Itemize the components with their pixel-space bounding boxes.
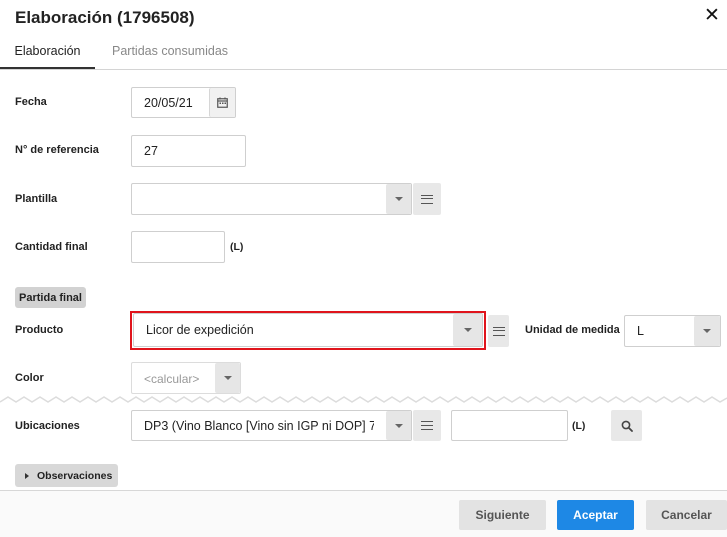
plantilla-list-button[interactable] (413, 183, 441, 215)
ubicaciones-list-button[interactable] (413, 410, 441, 441)
chevron-down-icon (394, 197, 403, 201)
chevron-down-icon (394, 423, 403, 428)
caret-right-icon (25, 472, 29, 479)
tab-bar: Elaboración Partidas consumidas (0, 40, 727, 70)
siguiente-button[interactable]: Siguiente (459, 500, 546, 530)
partida-final-section: Partida final (15, 287, 86, 308)
dialog-title: Elaboración (1796508) (15, 8, 195, 27)
ubicaciones-value: DP3 (Vino Blanco [Vino sin IGP ni DOP] 7… (144, 419, 374, 433)
cantidad-label: Cantidad final (15, 241, 88, 253)
menu-icon (421, 194, 433, 204)
unidad-select[interactable]: L (624, 315, 721, 347)
search-icon (621, 420, 633, 432)
dialog-footer: Siguiente Aceptar Cancelar (0, 490, 727, 537)
ubicaciones-unit: (L) (572, 420, 586, 432)
fecha-value: 20/05/21 (144, 96, 193, 110)
producto-highlight (130, 311, 486, 350)
unidad-dropdown-button[interactable] (694, 316, 720, 346)
producto-list-button[interactable] (488, 315, 509, 347)
referencia-value: 27 (144, 144, 158, 158)
unidad-value: L (637, 324, 644, 338)
cancelar-button[interactable]: Cancelar (646, 500, 727, 530)
chevron-down-icon (703, 329, 711, 333)
chevron-down-icon (223, 376, 232, 380)
unidad-label: Unidad de medida (525, 324, 620, 336)
observaciones-toggle[interactable]: Observaciones (15, 464, 118, 487)
plantilla-dropdown-button[interactable] (386, 184, 411, 214)
referencia-label: N° de referencia (15, 144, 99, 156)
color-value: <calcular> (144, 372, 200, 386)
ubicaciones-dropdown-button[interactable] (386, 411, 411, 440)
cantidad-unit: (L) (230, 241, 244, 253)
color-label: Color (15, 372, 44, 384)
ubicaciones-select[interactable]: DP3 (Vino Blanco [Vino sin IGP ni DOP] 7… (131, 410, 412, 441)
fecha-field[interactable]: 20/05/21 (131, 87, 236, 118)
color-dropdown-button[interactable] (215, 363, 240, 393)
close-icon[interactable]: ✕ (704, 6, 720, 26)
calendar-button[interactable] (209, 88, 235, 117)
color-select[interactable]: <calcular> (131, 362, 241, 394)
producto-label: Producto (15, 324, 64, 336)
fecha-label: Fecha (15, 96, 47, 108)
tab-partidas-consumidas[interactable]: Partidas consumidas (112, 44, 228, 58)
menu-icon (492, 326, 505, 336)
ubicaciones-search-button[interactable] (611, 410, 642, 441)
plantilla-select[interactable] (131, 183, 412, 215)
observaciones-label: Observaciones (37, 469, 113, 482)
tab-elaboracion[interactable]: Elaboración (0, 44, 95, 69)
referencia-input[interactable]: 27 (131, 135, 246, 167)
cantidad-input[interactable] (131, 231, 225, 263)
plantilla-label: Plantilla (15, 193, 58, 205)
aceptar-button[interactable]: Aceptar (557, 500, 634, 530)
menu-icon (421, 421, 433, 430)
torn-edge-divider (0, 396, 727, 403)
calendar-icon (217, 97, 228, 108)
ubicaciones-quantity-input[interactable] (451, 410, 568, 441)
ubicaciones-label: Ubicaciones (15, 420, 80, 432)
